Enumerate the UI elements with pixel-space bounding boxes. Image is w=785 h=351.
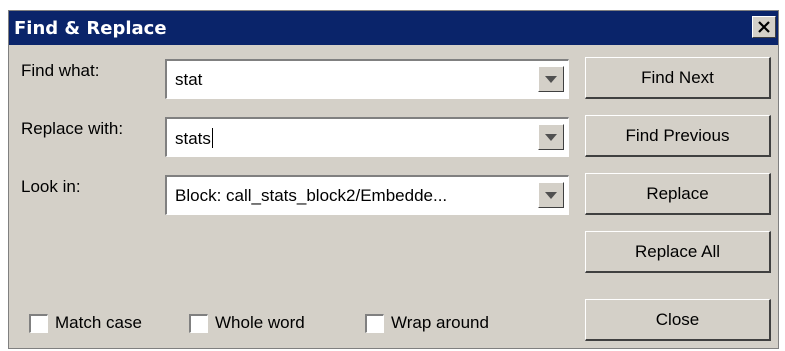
close-window-button[interactable]	[752, 16, 776, 38]
close-button[interactable]: Close	[585, 299, 771, 341]
look-in-combo[interactable]: Block: call_stats_block2/Embedde...	[165, 175, 569, 215]
match-case-checkbox[interactable]	[29, 313, 48, 333]
whole-word-checkbox[interactable]	[189, 313, 208, 333]
find-what-input[interactable]: stat	[175, 70, 202, 90]
dialog-title: Find & Replace	[14, 18, 167, 39]
find-previous-button[interactable]: Find Previous	[585, 115, 771, 157]
replace-all-button[interactable]: Replace All	[585, 231, 771, 273]
replace-with-dropdown-button[interactable]	[538, 124, 564, 150]
look-in-dropdown-button[interactable]	[538, 182, 564, 208]
replace-with-combo[interactable]: stats	[165, 117, 569, 157]
replace-with-label: Replace with:	[21, 119, 124, 138]
wrap-around-option[interactable]: Wrap around	[365, 313, 489, 333]
find-next-button[interactable]: Find Next	[585, 57, 771, 99]
close-icon	[758, 21, 770, 33]
chevron-down-icon	[545, 191, 557, 199]
wrap-around-label: Wrap around	[391, 313, 489, 332]
replace-button[interactable]: Replace	[585, 173, 771, 215]
whole-word-option[interactable]: Whole word	[189, 313, 305, 333]
replace-with-input[interactable]: stats	[175, 129, 211, 148]
text-caret	[211, 128, 213, 148]
look-in-value[interactable]: Block: call_stats_block2/Embedde...	[175, 186, 447, 206]
replace-with-input-wrapper[interactable]: stats	[175, 128, 213, 149]
find-what-dropdown-button[interactable]	[538, 66, 564, 92]
match-case-label: Match case	[55, 313, 142, 332]
chevron-down-icon	[545, 133, 557, 141]
find-replace-dialog: Find & Replace Find what: stat Replace w…	[8, 10, 779, 349]
find-what-label: Find what:	[21, 61, 100, 80]
look-in-label: Look in:	[21, 177, 81, 196]
chevron-down-icon	[545, 75, 557, 83]
title-bar[interactable]: Find & Replace	[9, 11, 778, 45]
match-case-option[interactable]: Match case	[29, 313, 142, 333]
whole-word-label: Whole word	[215, 313, 305, 332]
find-what-combo[interactable]: stat	[165, 59, 569, 99]
wrap-around-checkbox[interactable]	[365, 313, 384, 333]
